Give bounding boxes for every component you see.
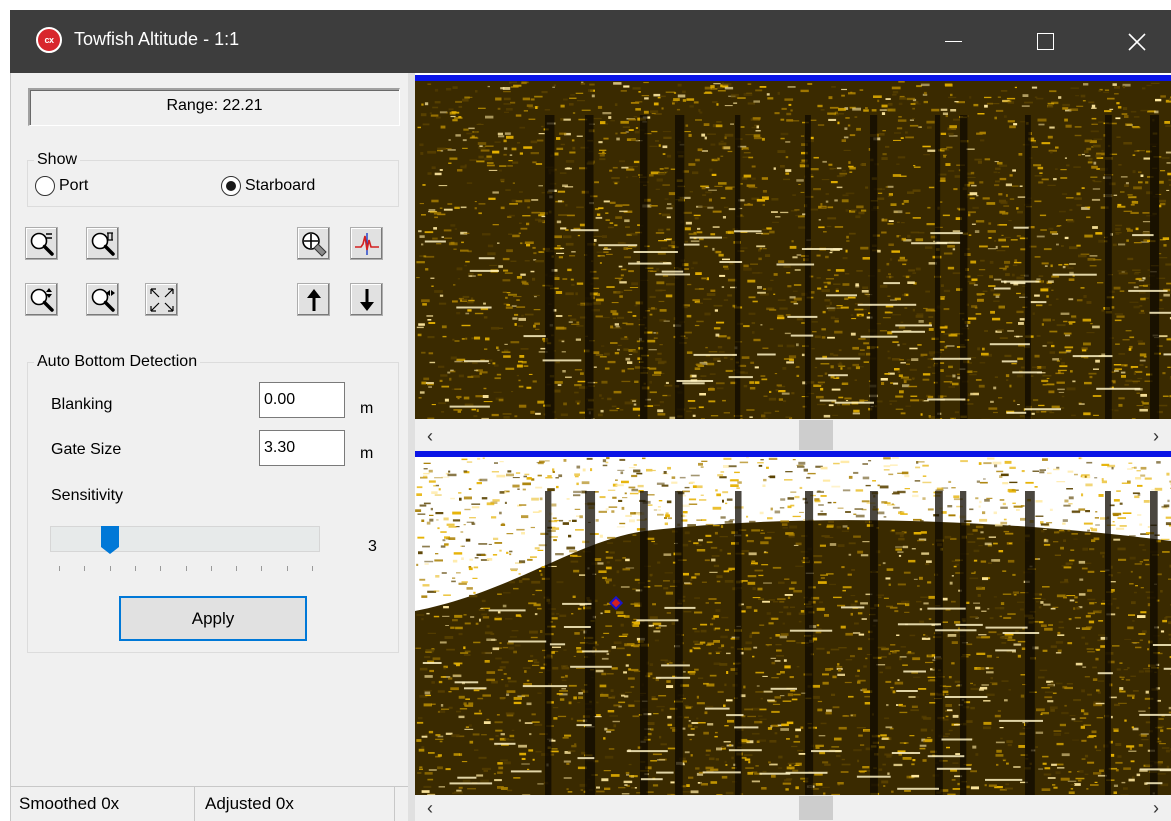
move-up-button[interactable]	[297, 283, 330, 316]
scroll-right-icon[interactable]: ›	[1141, 419, 1171, 453]
starboard-radio-label: Starboard	[245, 177, 316, 194]
sonar-pane-top[interactable]	[415, 75, 1171, 419]
slider-tick	[110, 566, 111, 571]
slider-tick	[160, 566, 161, 571]
fit-to-window-button[interactable]	[145, 283, 178, 316]
zoom-out-horizontal-icon	[91, 288, 115, 312]
slider-tick	[135, 566, 136, 571]
app-logo-icon: cx	[36, 27, 62, 53]
status-bar: Smoothed 0x Adjusted 0x	[11, 786, 409, 821]
radio-circle-selected	[221, 176, 241, 196]
sensitivity-value: 3	[368, 538, 377, 555]
blanking-unit: m	[360, 400, 374, 417]
bottom-track-line-bottom	[415, 451, 1171, 457]
sonar-image-top	[415, 75, 1171, 419]
minimize-button[interactable]	[907, 10, 999, 73]
crosshair-tool-button[interactable]	[297, 227, 330, 260]
gate-size-label: Gate Size	[51, 441, 122, 458]
show-legend: Show	[37, 151, 78, 168]
slider-tick	[287, 566, 288, 571]
starboard-radio[interactable]: Starboard	[221, 176, 315, 196]
maximize-button[interactable]	[999, 10, 1091, 73]
fit-to-window-icon	[149, 287, 174, 312]
slider-tick	[84, 566, 85, 571]
range-readout: Range: 22.21	[28, 88, 400, 126]
sensitivity-slider-track[interactable]	[50, 526, 320, 552]
scroll-right-icon[interactable]: ›	[1141, 795, 1171, 821]
scroll-left-icon[interactable]: ‹	[415, 419, 445, 453]
zoom-out-vertical-button[interactable]	[86, 227, 119, 260]
zoom-in-vertical-button[interactable]	[25, 227, 58, 260]
scroll-thumb[interactable]	[799, 796, 833, 820]
bottom-track-line-top	[415, 75, 1171, 81]
close-button[interactable]	[1091, 10, 1171, 73]
status-smoothed: Smoothed 0x	[11, 787, 195, 821]
zoom-out-vertical-icon	[91, 231, 115, 256]
move-down-button[interactable]	[350, 283, 383, 316]
sonar-pane-bottom[interactable]	[415, 451, 1171, 795]
horizontal-scrollbar-top[interactable]: ‹ ›	[415, 419, 1171, 453]
sensitivity-label: Sensitivity	[51, 487, 124, 504]
zoom-in-vertical-icon	[30, 232, 54, 256]
close-icon	[1128, 32, 1146, 51]
panel-splitter[interactable]	[408, 73, 415, 821]
control-panel: Range: 22.21 Show Port Starboard Auto Bo…	[10, 73, 409, 821]
port-radio[interactable]: Port	[35, 176, 88, 196]
gate-size-input[interactable]	[259, 430, 345, 466]
radio-circle	[35, 176, 55, 196]
waveform-button[interactable]	[350, 227, 383, 260]
slider-tick	[236, 566, 237, 571]
slider-tick	[312, 566, 313, 571]
maximize-icon	[1036, 33, 1054, 50]
title-bar: cx Towfish Altitude - 1:1	[10, 10, 1171, 73]
crosshair-tool-icon	[301, 231, 327, 257]
scroll-left-icon[interactable]: ‹	[415, 795, 445, 821]
blanking-label: Blanking	[51, 396, 113, 413]
arrow-down-icon	[359, 288, 374, 311]
apply-button[interactable]: Apply	[119, 596, 307, 641]
zoom-in-horizontal-icon	[30, 287, 54, 312]
blanking-input[interactable]	[259, 382, 345, 418]
zoom-out-horizontal-button[interactable]	[86, 283, 119, 316]
horizontal-scrollbar-bottom[interactable]: ‹ ›	[415, 795, 1171, 821]
port-radio-label: Port	[59, 177, 89, 194]
sonar-image-bottom	[415, 451, 1171, 795]
gate-size-unit: m	[360, 445, 374, 462]
slider-tick	[59, 566, 60, 571]
sensitivity-slider-thumb[interactable]	[100, 525, 120, 555]
status-adjusted: Adjusted 0x	[195, 787, 395, 821]
zoom-in-horizontal-button[interactable]	[25, 283, 58, 316]
sensitivity-slider-ticks	[59, 566, 313, 572]
minimize-icon	[944, 41, 962, 42]
waveform-icon	[354, 232, 379, 255]
slider-tick	[186, 566, 187, 571]
slider-tick	[211, 566, 212, 571]
arrow-up-icon	[306, 288, 321, 311]
auto-bottom-detection-legend: Auto Bottom Detection	[37, 353, 198, 370]
slider-tick	[261, 566, 262, 571]
scroll-thumb[interactable]	[799, 420, 833, 450]
window-title: Towfish Altitude - 1:1	[74, 29, 240, 49]
